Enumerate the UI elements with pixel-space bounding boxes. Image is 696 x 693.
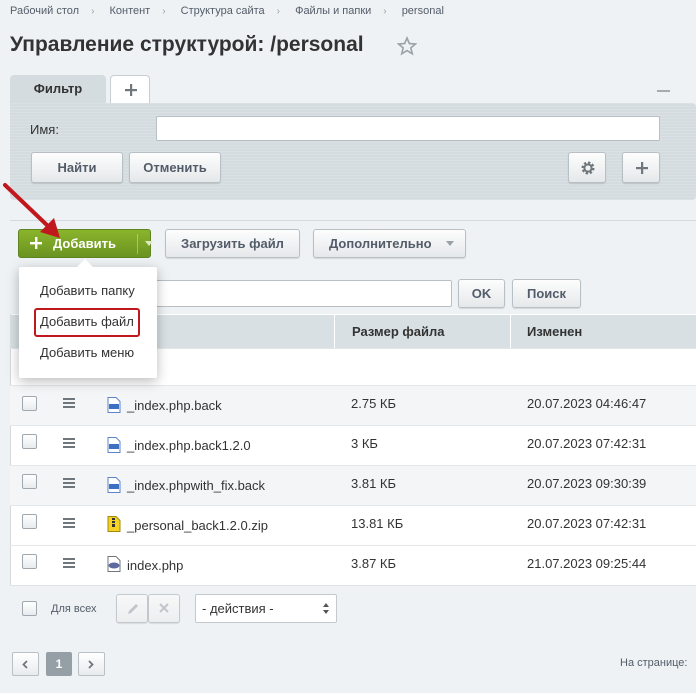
- select-all-label: Для всех: [51, 603, 97, 615]
- row-menu-icon[interactable]: [63, 398, 75, 408]
- cancel-button[interactable]: Отменить: [129, 152, 221, 183]
- row-checkbox[interactable]: [22, 474, 37, 489]
- sort-arrows-icon: [323, 603, 329, 614]
- file-size: 3 КБ: [351, 436, 378, 451]
- actions-select-value: - действия -: [202, 601, 274, 616]
- find-button[interactable]: Найти: [31, 152, 123, 183]
- name-label: Имя:: [30, 122, 59, 137]
- file-size: 13.81 КБ: [351, 516, 404, 531]
- row-checkbox[interactable]: [22, 554, 37, 569]
- add-button-divider: [137, 234, 138, 254]
- file-icon: [107, 397, 121, 413]
- search-button[interactable]: Поиск: [512, 279, 581, 308]
- breadcrumb-separator-icon: ›: [91, 6, 95, 17]
- search-input[interactable]: [150, 280, 452, 307]
- row-checkbox[interactable]: [22, 396, 37, 411]
- menu-item-add-folder[interactable]: Добавить папку: [40, 283, 135, 298]
- chevron-left-icon: [22, 660, 28, 669]
- breadcrumb-separator-icon: ›: [162, 6, 166, 17]
- menu-item-add-menu[interactable]: Добавить меню: [40, 345, 134, 360]
- breadcrumb-item-files[interactable]: Файлы и папки: [295, 5, 371, 17]
- gear-icon: [581, 161, 595, 175]
- file-name[interactable]: index.php: [127, 558, 183, 573]
- menu-item-add-file[interactable]: Добавить файл: [40, 314, 134, 329]
- plus-icon: [636, 162, 648, 174]
- breadcrumb-item-desktop[interactable]: Рабочий стол: [10, 5, 79, 17]
- file-name[interactable]: _index.php.back: [127, 398, 222, 413]
- row-checkbox[interactable]: [22, 434, 37, 449]
- file-size: 3.81 КБ: [351, 476, 397, 491]
- file-modified: 20.07.2023 04:46:47: [527, 396, 647, 411]
- star-icon[interactable]: [397, 36, 417, 56]
- name-input[interactable]: [156, 116, 660, 141]
- select-all-checkbox[interactable]: [22, 601, 37, 616]
- edit-button[interactable]: [116, 594, 148, 623]
- row-menu-icon[interactable]: [63, 558, 75, 568]
- file-icon: [107, 437, 121, 453]
- row-checkbox[interactable]: [22, 514, 37, 529]
- annotation-arrow-icon: [3, 183, 60, 238]
- pencil-icon: [128, 604, 138, 614]
- add-filter-tab-button[interactable]: [110, 75, 150, 103]
- file-modified: 20.07.2023 09:30:39: [527, 476, 647, 491]
- more-button[interactable]: Дополнительно: [313, 229, 466, 258]
- current-page[interactable]: 1: [46, 652, 72, 676]
- column-divider: [334, 315, 335, 348]
- page-title: Управление структурой: /personal: [10, 33, 364, 56]
- chevron-right-icon: [88, 660, 94, 669]
- row-menu-icon[interactable]: [63, 478, 75, 488]
- dropdown-arrow: [77, 259, 93, 267]
- more-button-label: Дополнительно: [329, 236, 432, 251]
- chevron-down-icon: [446, 241, 454, 246]
- file-modified: 21.07.2023 09:25:44: [527, 556, 647, 571]
- plus-icon: [125, 84, 137, 96]
- chevron-down-icon[interactable]: [145, 241, 153, 246]
- php-icon: [107, 556, 121, 572]
- column-header-modified[interactable]: Изменен: [527, 315, 582, 348]
- upload-file-button[interactable]: Загрузить файл: [165, 229, 300, 258]
- zip-icon: [107, 516, 121, 532]
- file-name[interactable]: _index.phpwith_fix.back: [127, 478, 265, 493]
- minimize-icon[interactable]: [657, 90, 670, 92]
- row-menu-icon[interactable]: [63, 518, 75, 528]
- file-name[interactable]: _personal_back1.2.0.zip: [127, 518, 268, 533]
- tab-filter[interactable]: Фильтр: [10, 75, 106, 105]
- actions-select[interactable]: - действия -: [195, 594, 337, 623]
- per-page-label: На странице:: [620, 657, 688, 669]
- close-icon: [159, 603, 169, 613]
- next-page-button[interactable]: [78, 652, 105, 676]
- prev-page-button[interactable]: [12, 652, 39, 676]
- add-filter-field-button[interactable]: [622, 152, 660, 183]
- file-modified: 20.07.2023 07:42:31: [527, 436, 647, 451]
- breadcrumb-item-current[interactable]: personal: [402, 5, 444, 17]
- breadcrumb-separator-icon: ›: [276, 6, 281, 17]
- breadcrumb: Рабочий стол › Контент › Структура сайта › …: [10, 5, 444, 17]
- column-divider: [510, 315, 511, 348]
- delete-button[interactable]: [148, 594, 180, 623]
- file-name[interactable]: _index.php.back1.2.0: [127, 438, 251, 453]
- table-footer: [10, 585, 696, 632]
- breadcrumb-item-content[interactable]: Контент: [109, 5, 150, 17]
- filter-settings-button[interactable]: [568, 152, 606, 183]
- file-modified: 20.07.2023 07:42:31: [527, 516, 647, 531]
- breadcrumb-separator-icon: ›: [383, 6, 387, 17]
- column-header-size[interactable]: Размер файла: [352, 315, 445, 348]
- file-size: 2.75 КБ: [351, 396, 397, 411]
- file-icon: [107, 477, 121, 493]
- file-size: 3.87 КБ: [351, 556, 397, 571]
- row-menu-icon[interactable]: [63, 438, 75, 448]
- breadcrumb-item-structure[interactable]: Структура сайта: [181, 5, 265, 17]
- ok-button[interactable]: OK: [458, 279, 505, 308]
